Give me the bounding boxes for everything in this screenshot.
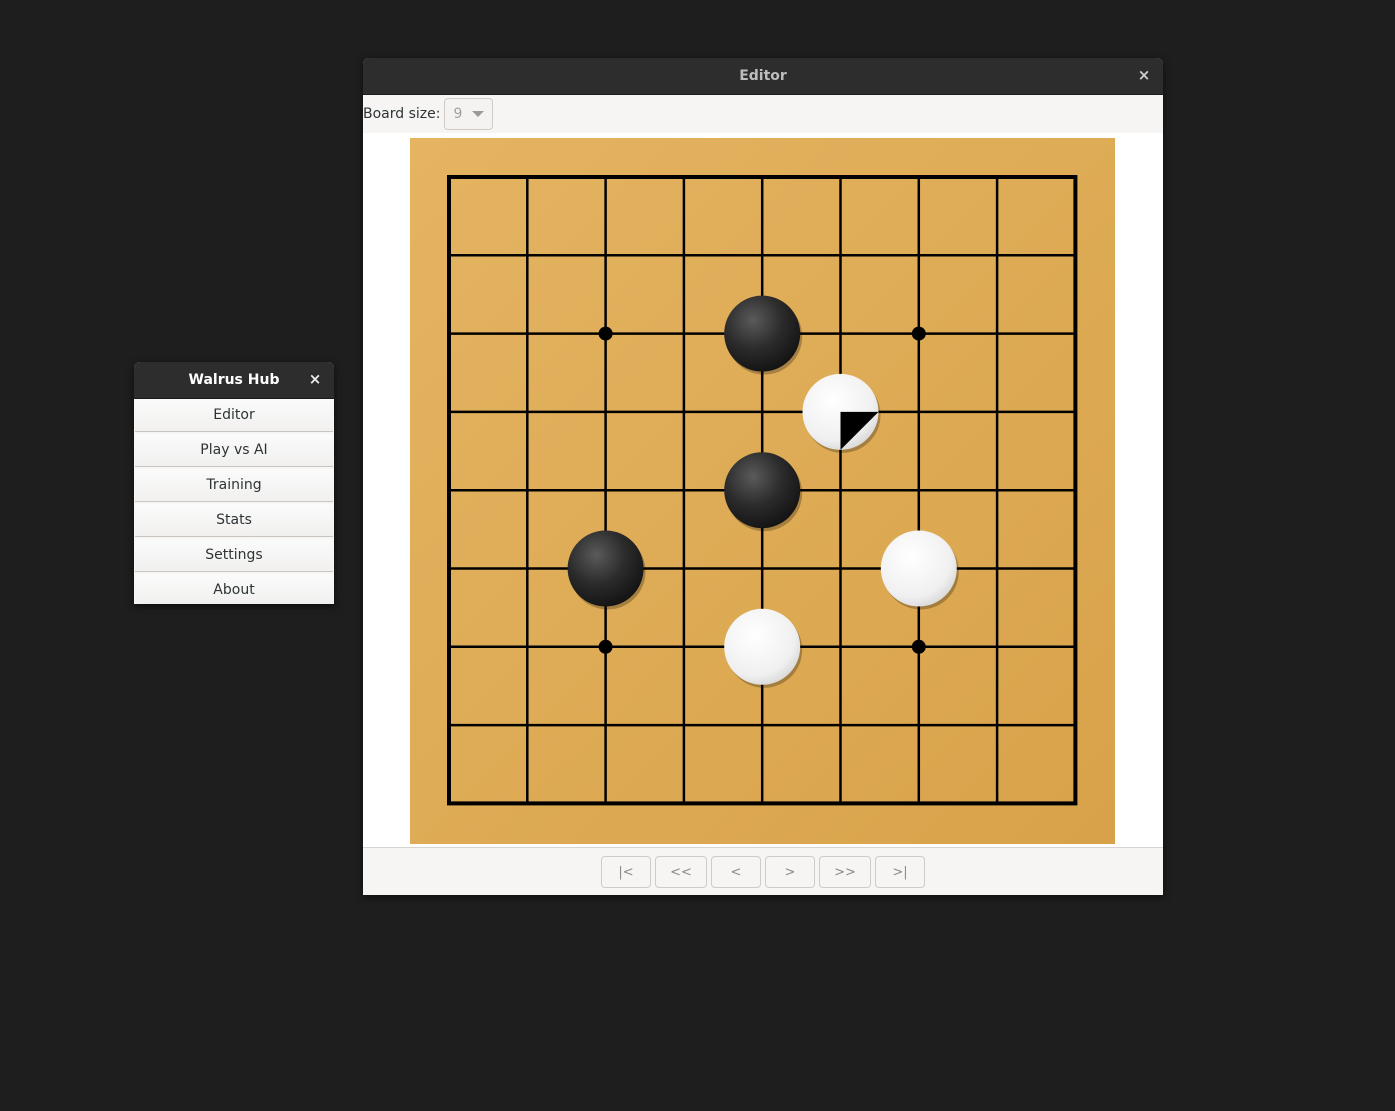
first-move-button[interactable]: |< bbox=[601, 856, 651, 888]
hoshi-point bbox=[598, 326, 613, 341]
back-many-button[interactable]: << bbox=[655, 856, 707, 888]
stats-button[interactable]: Stats bbox=[135, 504, 333, 537]
forward-many-button[interactable]: >> bbox=[819, 856, 871, 888]
editor-title: Editor bbox=[739, 68, 787, 84]
about-button[interactable]: About bbox=[135, 574, 333, 604]
hub-titlebar[interactable]: Walrus Hub × bbox=[134, 362, 334, 399]
training-button[interactable]: Training bbox=[135, 469, 333, 502]
hub-close-icon[interactable]: × bbox=[306, 370, 324, 388]
editor-toolbar: Board size: 9 bbox=[363, 95, 1163, 134]
hoshi-point bbox=[598, 639, 613, 654]
editor-titlebar[interactable]: Editor × bbox=[363, 58, 1163, 95]
walrus-hub-window: Walrus Hub × Editor Play vs AI Training … bbox=[134, 362, 334, 604]
stone-body bbox=[724, 295, 801, 372]
board-area bbox=[363, 133, 1163, 847]
move-navigation-bar: |< << < > >> >| bbox=[363, 847, 1163, 895]
hub-title: Walrus Hub bbox=[188, 372, 280, 388]
board-size-label: Board size: bbox=[363, 106, 441, 122]
last-move-button[interactable]: >| bbox=[875, 856, 925, 888]
hub-menu: Editor Play vs AI Training Stats Setting… bbox=[134, 399, 334, 604]
board-size-select[interactable]: 9 bbox=[444, 98, 494, 130]
editor-close-icon[interactable]: × bbox=[1135, 66, 1153, 84]
hoshi-point bbox=[911, 639, 926, 654]
back-button[interactable]: < bbox=[711, 856, 761, 888]
stone-body bbox=[724, 608, 801, 685]
chevron-down-icon bbox=[472, 111, 485, 117]
hoshi-point bbox=[911, 326, 926, 341]
stone-body bbox=[567, 530, 644, 607]
stone-body bbox=[880, 530, 957, 607]
editor-button[interactable]: Editor bbox=[135, 399, 333, 432]
play-vs-ai-button[interactable]: Play vs AI bbox=[135, 434, 333, 467]
stone-body bbox=[724, 452, 801, 529]
go-board[interactable] bbox=[410, 138, 1115, 844]
settings-button[interactable]: Settings bbox=[135, 539, 333, 572]
forward-button[interactable]: > bbox=[765, 856, 815, 888]
board-size-value: 9 bbox=[453, 106, 463, 122]
editor-window: Editor × Board size: 9 |< << < > >> >| bbox=[363, 58, 1163, 895]
